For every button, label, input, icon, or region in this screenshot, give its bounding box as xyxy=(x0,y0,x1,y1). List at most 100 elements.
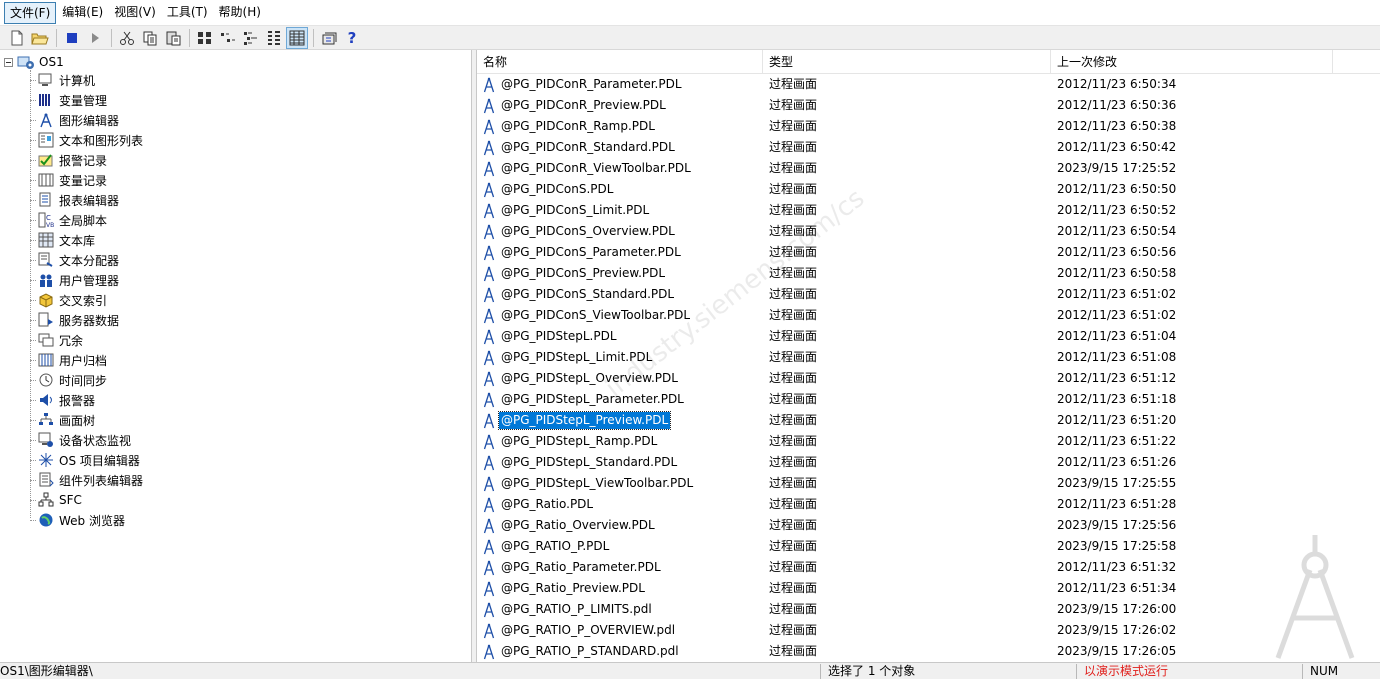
table-row[interactable]: @PG_Ratio_Preview.PDL 过程画面 2012/11/23 6:51… xyxy=(477,578,1380,599)
menu-item[interactable]: 工具(T) xyxy=(162,2,213,24)
table-row[interactable]: @PG_Ratio_Overview.PDL 过程画面 2023/9/15 17:2… xyxy=(477,515,1380,536)
help-icon[interactable]: ? xyxy=(341,27,363,49)
table-row[interactable]: @PG_PIDConS_Parameter.PDL 过程画面 2012/11/23 … xyxy=(477,242,1380,263)
tree-item[interactable]: Web 浏览器 xyxy=(30,510,125,530)
details-view-active-icon[interactable] xyxy=(286,26,308,49)
run-icon[interactable] xyxy=(84,27,106,49)
status-mode: 以演示模式运行 xyxy=(1084,664,1169,678)
tree-item[interactable]: 用户管理器 xyxy=(30,270,119,290)
tree-item-label: 画面树 xyxy=(59,413,96,428)
tree-connector xyxy=(30,439,36,441)
tree-item[interactable]: 报警器 xyxy=(30,390,95,410)
tree-connector xyxy=(30,399,36,401)
type-cell: 过程画面 xyxy=(769,203,818,217)
table-row[interactable]: @PG_PIDStepL_ViewToolbar.PDL 过程画面 2023/9/1… xyxy=(477,473,1380,494)
table-row[interactable]: @PG_PIDStepL_Standard.PDL 过程画面 2012/11/23 … xyxy=(477,452,1380,473)
tree-item[interactable]: 报警记录 xyxy=(30,150,107,170)
table-row[interactable]: @PG_PIDConS_Overview.PDL 过程画面 2012/11/23 6… xyxy=(477,221,1380,242)
table-row[interactable]: @PG_PIDConS_Preview.PDL 过程画面 2012/11/23 6:… xyxy=(477,263,1380,284)
table-row[interactable]: @PG_PIDConS_Limit.PDL 过程画面 2012/11/23 6:50… xyxy=(477,200,1380,221)
column-header-name[interactable]: 名称 xyxy=(477,50,763,74)
new-icon[interactable] xyxy=(6,27,28,49)
column-header-modified[interactable]: 上一次修改 xyxy=(1051,50,1333,74)
cut-icon[interactable] xyxy=(116,27,138,49)
table-row[interactable]: @PG_PIDStepL_Limit.PDL 过程画面 2012/11/23 6:5… xyxy=(477,347,1380,368)
modified-cell: 2012/11/23 6:50:50 xyxy=(1057,182,1177,196)
table-row[interactable]: @PG_PIDConR_Ramp.PDL 过程画面 2012/11/23 6:50:… xyxy=(477,116,1380,137)
open-icon[interactable] xyxy=(29,27,51,49)
table-row[interactable]: @PG_Ratio.PDL 过程画面 2012/11/23 6:51:28 xyxy=(477,494,1380,515)
tree-item[interactable]: 用户归档 xyxy=(30,350,107,370)
table-row[interactable]: @PG_PIDConR_Standard.PDL 过程画面 2012/11/23 6… xyxy=(477,137,1380,158)
menu-bar: 文件(F) 编辑(E) 视图(V) 工具(T) 帮助(H) xyxy=(0,0,1380,26)
pdl-file-icon xyxy=(483,497,495,512)
file-name: @PG_Ratio_Parameter.PDL xyxy=(501,560,661,574)
name-cell: @PG_PIDConS_Preview.PDL xyxy=(477,263,763,284)
tree-item[interactable]: 文本库 xyxy=(30,230,95,250)
copy-icon[interactable] xyxy=(139,27,161,49)
table-row[interactable]: @PG_PIDStepL_Parameter.PDL 过程画面 2012/11/23… xyxy=(477,389,1380,410)
tree-item[interactable]: 冗余 xyxy=(30,330,83,350)
menu-item[interactable]: 帮助(H) xyxy=(214,2,266,24)
table-row[interactable]: @PG_PIDConR_Preview.PDL 过程画面 2012/11/23 6:… xyxy=(477,95,1380,116)
file-name: @PG_PIDConS_Limit.PDL xyxy=(501,203,650,217)
pdl-file-icon xyxy=(483,77,495,92)
tree-item[interactable]: 设备状态监视 xyxy=(30,430,131,450)
small-icons-icon[interactable] xyxy=(217,27,239,49)
table-row[interactable]: @PG_RATIO_P_STANDARD.pdl 过程画面 2023/9/15 17… xyxy=(477,641,1380,662)
table-row[interactable]: @PG_PIDConS_Standard.PDL 过程画面 2012/11/23 6… xyxy=(477,284,1380,305)
details-icon[interactable] xyxy=(263,27,285,49)
file-name: @PG_PIDConS_Preview.PDL xyxy=(501,266,666,280)
name-cell: @PG_PIDStepL_Overview.PDL xyxy=(477,368,763,389)
list-view-icon[interactable] xyxy=(240,27,262,49)
table-row[interactable]: @PG_PIDConS.PDL 过程画面 2012/11/23 6:50:50 xyxy=(477,179,1380,200)
file-name: @PG_PIDStepL_Preview.PDL xyxy=(497,411,672,430)
menu-item[interactable]: 文件(F) xyxy=(4,1,57,24)
table-row[interactable]: @PG_PIDStepL_Preview.PDL 过程画面 2012/11/23 6… xyxy=(477,410,1380,431)
type-cell: 过程画面 xyxy=(769,182,818,196)
name-cell: @PG_PIDConS_Standard.PDL xyxy=(477,284,763,305)
large-icons-icon[interactable] xyxy=(194,27,216,49)
global-script-icon: C VB xyxy=(38,212,54,229)
tree-item[interactable]: 文本和图形列表 xyxy=(30,130,143,150)
column-header-type[interactable]: 类型 xyxy=(763,50,1051,74)
tree-item-label: 图形编辑器 xyxy=(59,113,120,128)
file-name: @PG_RATIO_P.PDL xyxy=(501,539,610,553)
tree-item[interactable]: 报表编辑器 xyxy=(30,190,119,210)
tree-item[interactable]: 时间同步 xyxy=(30,370,107,390)
tree-root[interactable]: OS1 xyxy=(4,53,64,71)
table-row[interactable]: @PG_RATIO_P_LIMITS.pdl 过程画面 2023/9/15 17:2… xyxy=(477,599,1380,620)
tree-item[interactable]: 计算机 xyxy=(30,70,95,90)
table-row[interactable]: @PG_PIDStepL_Ramp.PDL 过程画面 2012/11/23 6:51… xyxy=(477,431,1380,452)
tree-item[interactable]: OS 项目编辑器 xyxy=(30,450,140,470)
table-row[interactable]: @PG_Ratio_Parameter.PDL 过程画面 2012/11/23 6:… xyxy=(477,557,1380,578)
collapse-icon[interactable] xyxy=(4,57,13,67)
lifebeat-monitoring-icon xyxy=(38,432,54,448)
tree-item[interactable]: C VB 全局脚本 xyxy=(30,210,107,230)
menu-item[interactable]: 编辑(E) xyxy=(57,2,108,24)
tree-item[interactable]: 文本分配器 xyxy=(30,250,119,270)
stop-icon[interactable] xyxy=(61,27,83,49)
table-row[interactable]: @PG_PIDConR_ViewToolbar.PDL 过程画面 2023/9/15… xyxy=(477,158,1380,179)
tree-item[interactable]: 画面树 xyxy=(30,410,95,430)
tree-item[interactable]: 变量记录 xyxy=(30,170,107,190)
pdl-file-icon xyxy=(483,329,495,344)
paste-icon[interactable] xyxy=(162,27,184,49)
properties-icon[interactable] xyxy=(318,27,340,49)
menu-item[interactable]: 视图(V) xyxy=(109,2,161,24)
table-row[interactable]: @PG_PIDConR_Parameter.PDL 过程画面 2012/11/23 … xyxy=(477,74,1380,95)
tree-item[interactable]: 变量管理 xyxy=(30,90,107,110)
modified-cell: 2012/11/23 6:50:42 xyxy=(1057,140,1177,154)
tree-item[interactable]: 图形编辑器 xyxy=(30,110,119,130)
tree-item[interactable]: 组件列表编辑器 xyxy=(30,470,143,490)
table-row[interactable]: @PG_PIDStepL_Overview.PDL 过程画面 2012/11/23 … xyxy=(477,368,1380,389)
table-row[interactable]: @PG_PIDStepL.PDL 过程画面 2012/11/23 6:51:04 xyxy=(477,326,1380,347)
table-row[interactable]: @PG_RATIO_P_OVERVIEW.pdl 过程画面 2023/9/15 17… xyxy=(477,620,1380,641)
type-cell: 过程画面 xyxy=(769,161,818,175)
tree-item[interactable]: SFC xyxy=(30,490,82,510)
table-row[interactable]: @PG_PIDConS_ViewToolbar.PDL 过程画面 2012/11/2… xyxy=(477,305,1380,326)
tree-connector xyxy=(30,359,36,361)
tree-item[interactable]: 服务器数据 xyxy=(30,310,119,330)
tree-item[interactable]: 交叉索引 xyxy=(30,290,107,310)
table-row[interactable]: @PG_RATIO_P.PDL 过程画面 2023/9/15 17:25:58 xyxy=(477,536,1380,557)
